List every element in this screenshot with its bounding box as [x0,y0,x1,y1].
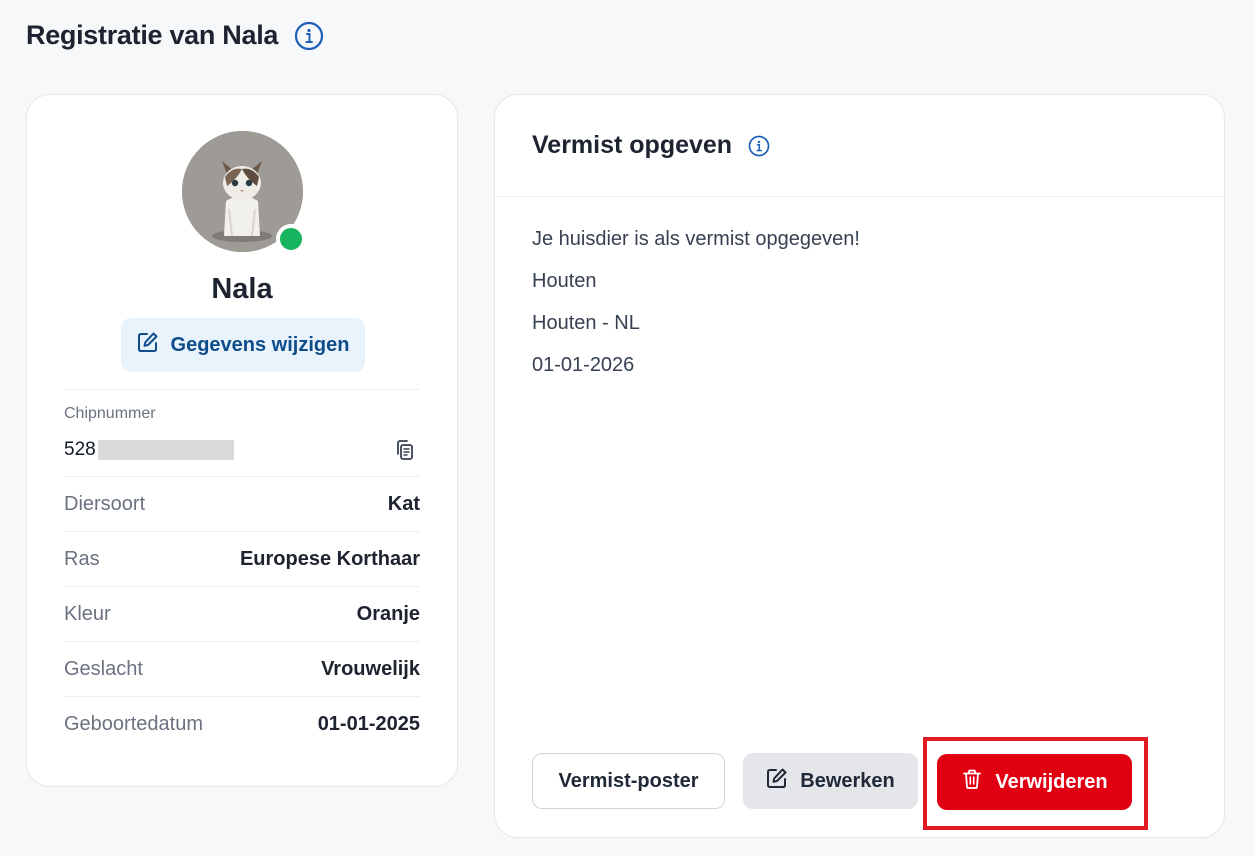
detail-row-geboortedatum: Geboortedatum 01-01-2025 [64,696,420,751]
detail-value: Oranje [356,602,420,625]
page-header: Registratie van Nala [26,20,324,51]
delete-label: Verwijderen [995,770,1108,793]
chip-label: Chipnummer [64,405,156,422]
trash-icon [961,768,983,796]
edit-button[interactable]: Bewerken [743,753,918,809]
pencil-icon [766,767,788,795]
missing-header: Vermist opgeven [495,95,1224,197]
missing-card: Vermist opgeven Je huisdier is als vermi… [494,94,1225,838]
missing-body: Je huisdier is als vermist opgegeven! Ho… [532,225,860,393]
missing-status-text: Je huisdier is als vermist opgegeven! [532,228,860,250]
detail-value: 01-01-2025 [317,712,420,735]
detail-label: Diersoort [64,492,146,515]
detail-value: Europese Korthaar [239,547,420,570]
detail-value: Kat [387,492,420,515]
chip-row: 528 [64,435,420,465]
edit-details-label: Gegevens wijzigen [170,333,350,356]
chip-prefix: 528 [64,439,96,460]
copy-icon[interactable] [390,435,420,465]
detail-label: Kleur [64,602,111,625]
detail-label: Ras [64,547,100,570]
page-title: Registratie van Nala [26,20,279,50]
edit-details-button[interactable]: Gegevens wijzigen [121,318,365,372]
status-indicator [276,224,306,254]
edit-label: Bewerken [800,769,895,792]
missing-location: Houten - NL [532,312,640,334]
chip-value: 528 [64,439,234,461]
missing-city: Houten [532,270,597,292]
missing-poster-button[interactable]: Vermist-poster [532,753,725,809]
detail-row-kleur: Kleur Oranje [64,586,420,641]
pet-card: Nala Gegevens wijzigen Chipnummer 528 Di… [26,94,458,787]
pencil-icon [137,331,159,359]
missing-poster-label: Vermist-poster [558,769,699,792]
detail-row-geslacht: Geslacht Vrouwelijk [64,641,420,696]
detail-row-ras: Ras Europese Korthaar [64,531,420,586]
delete-button[interactable]: Verwijderen [937,754,1132,810]
chip-redacted [97,440,234,460]
avatar-wrapper [182,131,306,254]
missing-date: 01-01-2026 [532,354,635,376]
detail-label: Geslacht [64,657,143,680]
info-icon[interactable] [294,21,324,51]
info-icon[interactable] [748,135,770,157]
missing-title: Vermist opgeven [532,131,733,159]
detail-value: Vrouwelijk [321,657,420,680]
detail-row-diersoort: Diersoort Kat [64,476,420,531]
detail-label: Geboortedatum [64,712,203,735]
pet-name: Nala [211,273,273,305]
divider [64,389,420,390]
